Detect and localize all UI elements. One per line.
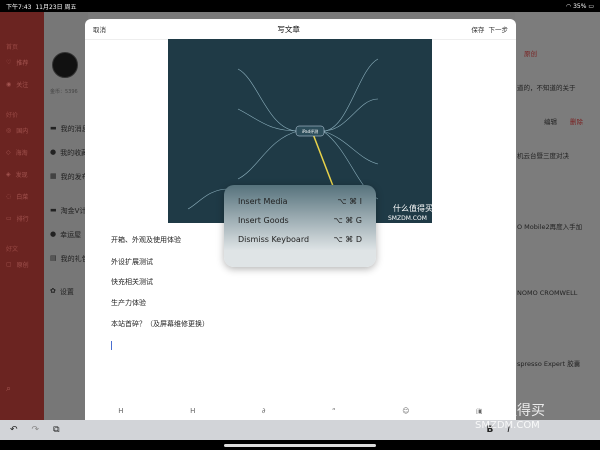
- paragraph[interactable]: 本站首碎？（及屏幕维修更换）: [111, 319, 209, 329]
- emoji-icon[interactable]: ☺: [402, 407, 409, 419]
- undo-icon[interactable]: ↶: [10, 425, 18, 435]
- next-button[interactable]: 下一步: [488, 26, 508, 34]
- paragraph[interactable]: 生产力体验: [111, 298, 146, 308]
- nav-item-original[interactable]: ▢ 原创: [6, 260, 29, 269]
- article-snippet[interactable]: 道的，不知道的关于: [517, 82, 597, 92]
- menu-settings[interactable]: ✿ 设置: [50, 287, 74, 297]
- article-snippet[interactable]: 机云台暨三度对决: [517, 150, 597, 160]
- search-icon[interactable]: ⌕: [6, 384, 11, 394]
- menu-posts[interactable]: ▦ 我的发布: [50, 172, 89, 182]
- avatar[interactable]: [52, 52, 78, 78]
- edit-link[interactable]: 编辑: [544, 116, 564, 126]
- mind-map-center: iPad评测: [302, 128, 318, 134]
- nav-item-domestic[interactable]: ◎ 国内: [6, 126, 28, 135]
- save-button[interactable]: 保存: [471, 26, 484, 34]
- article-snippet[interactable]: spresso Expert 胶囊: [517, 358, 597, 368]
- menu-gifts[interactable]: ▤ 我的礼包: [50, 254, 89, 264]
- link-icon[interactable]: ∂: [262, 407, 266, 419]
- menu-lucky[interactable]: ● 幸运屋: [50, 230, 81, 240]
- editor-toolbar: HH ∂ “ ☺ ▣: [85, 407, 516, 419]
- sheet-header: 取消 写文章 保存 下一步: [85, 19, 516, 40]
- paragraph[interactable]: 快充相关测试: [111, 277, 153, 287]
- nav-section: 好价: [6, 112, 19, 119]
- home-indicator[interactable]: [224, 444, 376, 447]
- tab-original[interactable]: 原创: [524, 48, 600, 58]
- redo-icon[interactable]: ↷: [32, 425, 40, 435]
- article-snippet[interactable]: NOMO CROMWELL: [517, 289, 597, 297]
- cancel-button[interactable]: 取消: [93, 24, 106, 34]
- nav-item-baicai[interactable]: ◌ 白菜: [6, 192, 28, 201]
- nav-item-discover[interactable]: ◈ 发现: [6, 170, 28, 179]
- menu-messages[interactable]: ▬ 我的消息: [50, 124, 89, 134]
- coin-count: 金币：5396: [50, 89, 78, 95]
- status-bar: 下午7:43 11月23日 周五 ◠ 35% ▭: [0, 0, 600, 12]
- paragraph[interactable]: 开箱、外观及使用体验: [111, 235, 181, 245]
- nav-item-recommend[interactable]: ♡ 推荐: [6, 58, 28, 67]
- heading-icon[interactable]: H: [190, 407, 195, 419]
- paste-icon[interactable]: ⧉: [53, 425, 59, 435]
- text-cursor: [111, 341, 112, 350]
- paragraph[interactable]: 外设扩展测试: [111, 257, 153, 267]
- nav-item-haitao[interactable]: ◇ 海淘: [6, 148, 28, 157]
- delete-link[interactable]: 删除: [570, 116, 590, 126]
- nav-sidebar: 首页 ♡ 推荐 ◉ 关注 好价 ◎ 国内 ◇ 海淘 ◈ 发现 ◌ 白菜 ▭ 排行…: [0, 12, 44, 420]
- shortcut-insert-goods[interactable]: Insert Goods ⌥ ⌘ G: [238, 216, 362, 235]
- shortcut-dismiss-keyboard[interactable]: Dismiss Keyboard ⌥ ⌘ D: [238, 235, 362, 254]
- shortcut-insert-media[interactable]: Insert Media ⌥ ⌘ I: [238, 197, 362, 216]
- article-snippet[interactable]: O Mobile2再度入手加: [517, 221, 597, 231]
- page-title: 写文章: [277, 24, 300, 34]
- nav-item-follow[interactable]: ◉ 关注: [6, 80, 28, 89]
- image-watermark-name: 什么值得买: [393, 203, 432, 213]
- nav-section: 首页: [6, 44, 19, 51]
- nav-section: 好文: [6, 246, 19, 253]
- heading-icon[interactable]: H: [118, 407, 123, 419]
- keyboard-shortcuts-popup: Insert Media ⌥ ⌘ I Insert Goods ⌥ ⌘ G Dism…: [224, 185, 376, 267]
- status-battery: ◠ 35% ▭: [565, 2, 594, 10]
- smzdm-watermark: 什么值得买 SMZDM.COM: [475, 403, 545, 431]
- nav-item-rank[interactable]: ▭ 排行: [6, 214, 29, 223]
- quote-icon[interactable]: “: [332, 407, 336, 419]
- menu-favorites[interactable]: ● 我的收藏: [50, 148, 88, 158]
- status-time: 下午7:43 11月23日 周五: [6, 3, 77, 11]
- image-watermark-site: SMZDM.COM: [388, 215, 427, 222]
